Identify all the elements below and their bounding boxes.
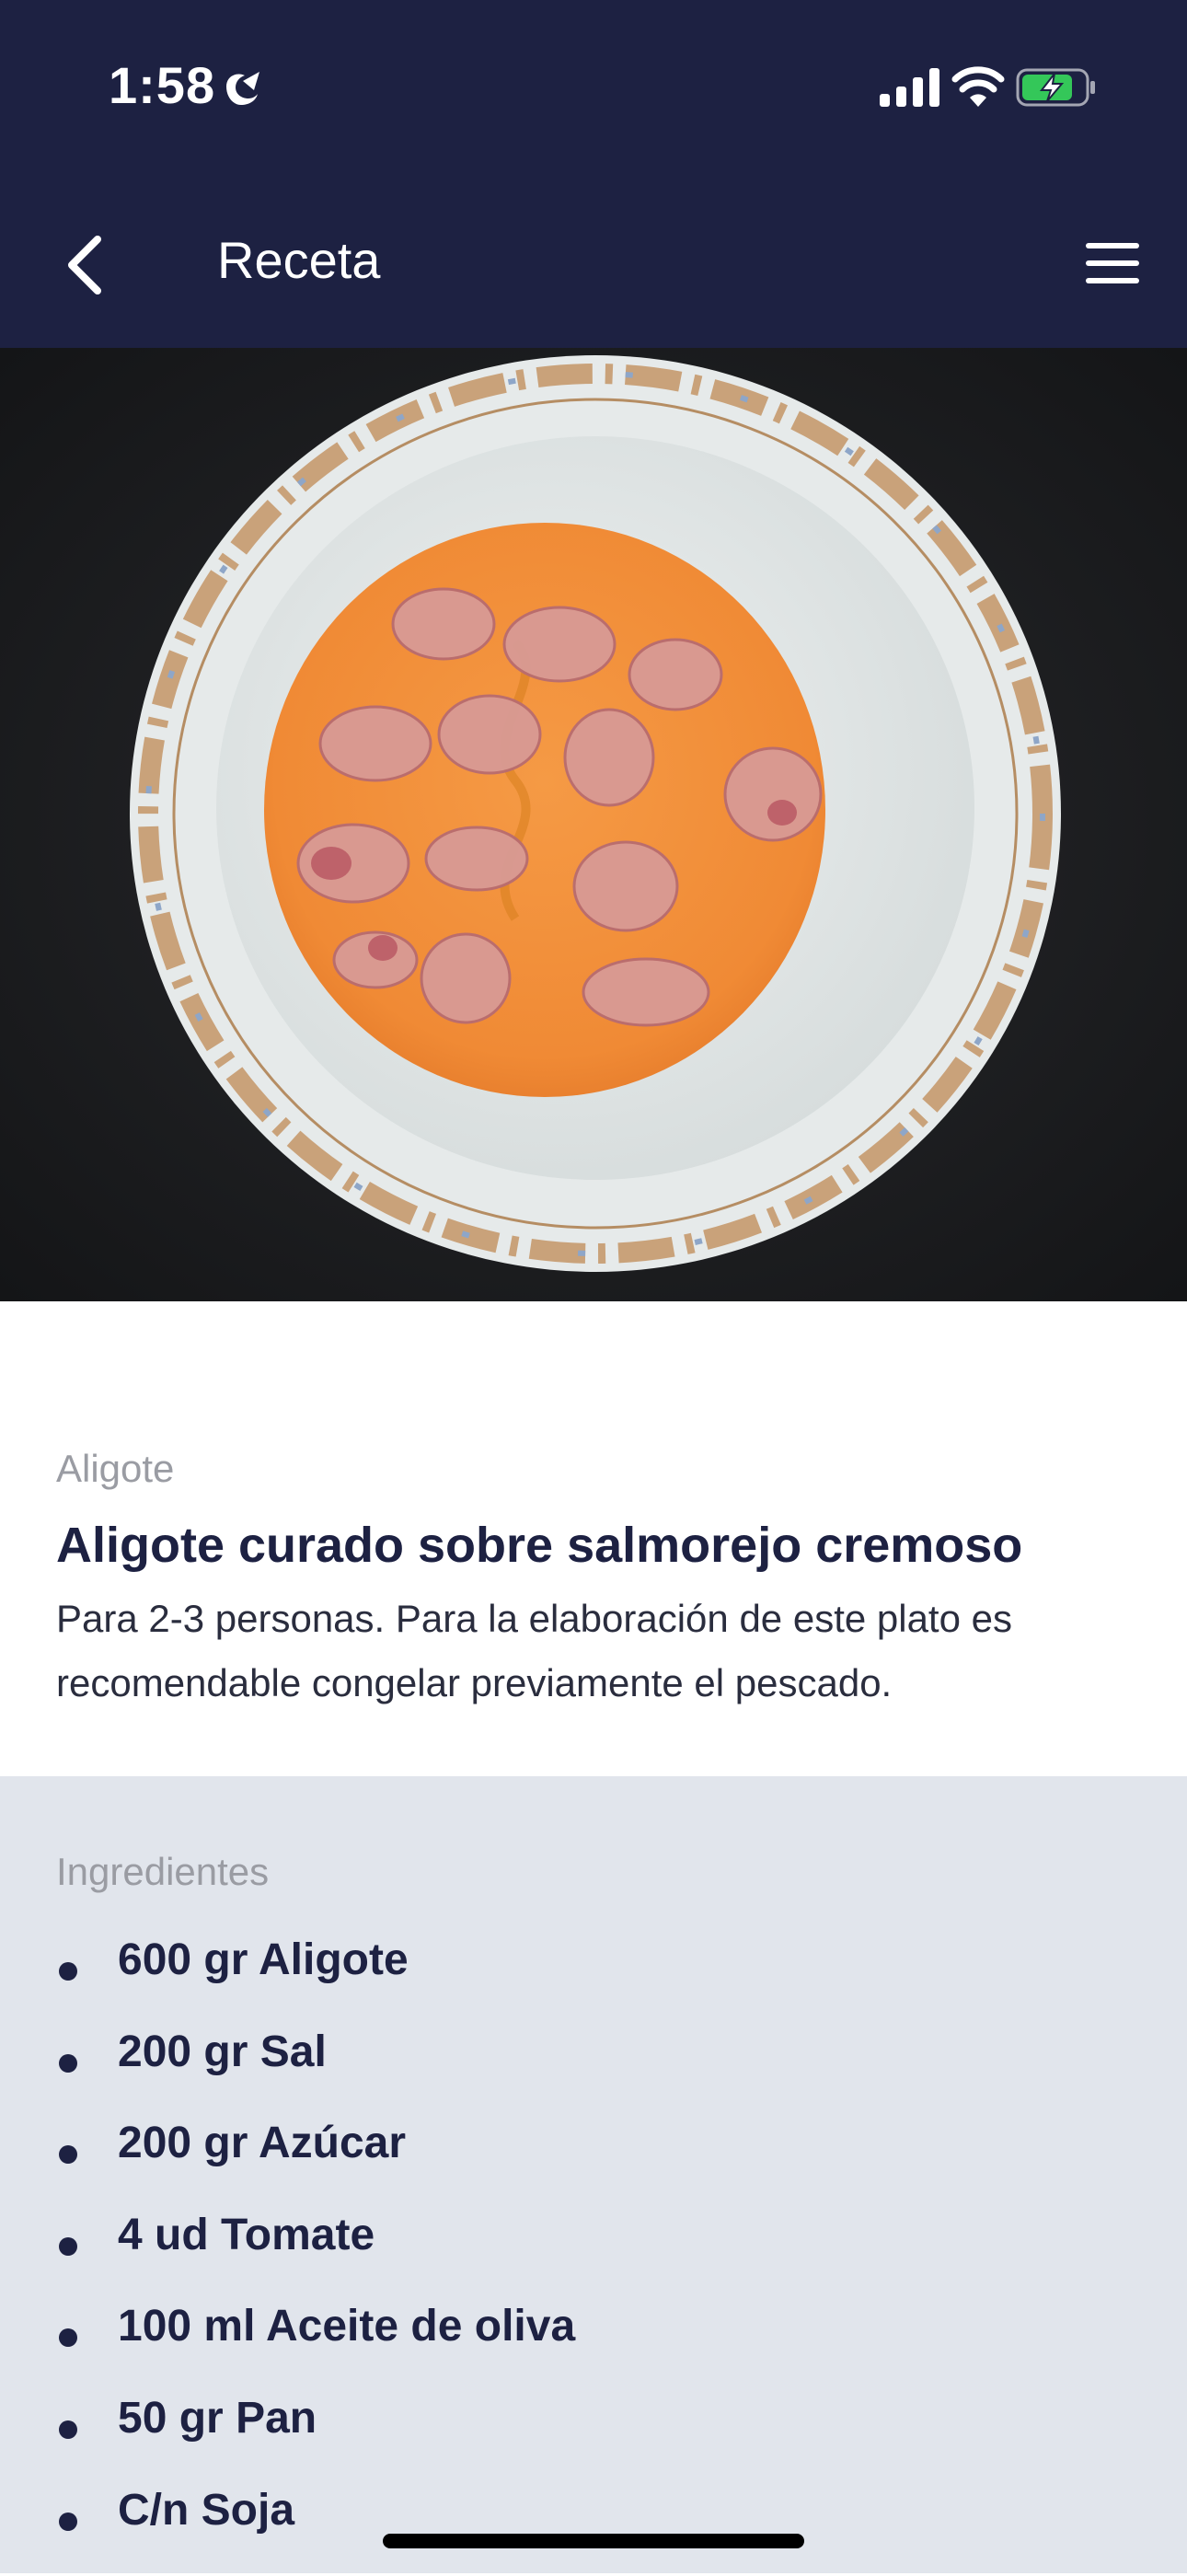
hamburger-menu-icon[interactable] bbox=[1084, 241, 1141, 285]
recipe-description: Para 2-3 personas. Para la elaboración d… bbox=[56, 1597, 1012, 1704]
battery-charging-icon bbox=[1016, 68, 1095, 107]
wifi-icon bbox=[951, 66, 1005, 107]
sleep-focus-icon bbox=[226, 72, 259, 105]
bullet-icon bbox=[59, 2145, 77, 2165]
bullet-icon bbox=[59, 1962, 77, 1981]
ingredient-text: 100 ml Aceite de oliva bbox=[118, 2302, 576, 2351]
ingredient-text: 50 gr Pan bbox=[118, 2393, 317, 2443]
bullet-icon bbox=[59, 2328, 77, 2348]
ingredient-text: 4 ud Tomate bbox=[118, 2210, 375, 2259]
ingredients-section: Ingredientes 600 gr Aligote 200 gr Sal 2… bbox=[0, 1776, 1187, 2573]
ingredient-text: 600 gr Aligote bbox=[118, 1935, 409, 1984]
app-header: 1:58 Receta bbox=[0, 0, 1187, 348]
ingredient-text: C/n Soja bbox=[118, 2485, 295, 2535]
recipe-photo bbox=[0, 348, 1187, 1301]
recipe-category: Aligote bbox=[56, 1447, 175, 1490]
plate-illustration bbox=[0, 348, 1187, 1301]
bullet-icon bbox=[59, 2512, 77, 2531]
cellular-signal-icon bbox=[880, 68, 939, 107]
bullet-icon bbox=[59, 2236, 77, 2256]
bullet-icon bbox=[59, 2053, 77, 2073]
recipe-title: Aligote curado sobre salmorejo cremoso bbox=[56, 1518, 1023, 1573]
page-title: Receta bbox=[217, 231, 381, 289]
ingredient-text: 200 gr Sal bbox=[118, 2027, 327, 2076]
recipe-info: Aligote Aligote curado sobre salmorejo c… bbox=[0, 1301, 1187, 1776]
home-indicator[interactable] bbox=[383, 2534, 804, 2548]
status-time: 1:58 bbox=[109, 56, 216, 114]
ingredient-text: 200 gr Azúcar bbox=[118, 2119, 407, 2168]
bullet-icon bbox=[59, 2420, 77, 2439]
ingredients-heading: Ingredientes bbox=[56, 1850, 270, 1893]
back-chevron-icon[interactable] bbox=[55, 221, 110, 304]
